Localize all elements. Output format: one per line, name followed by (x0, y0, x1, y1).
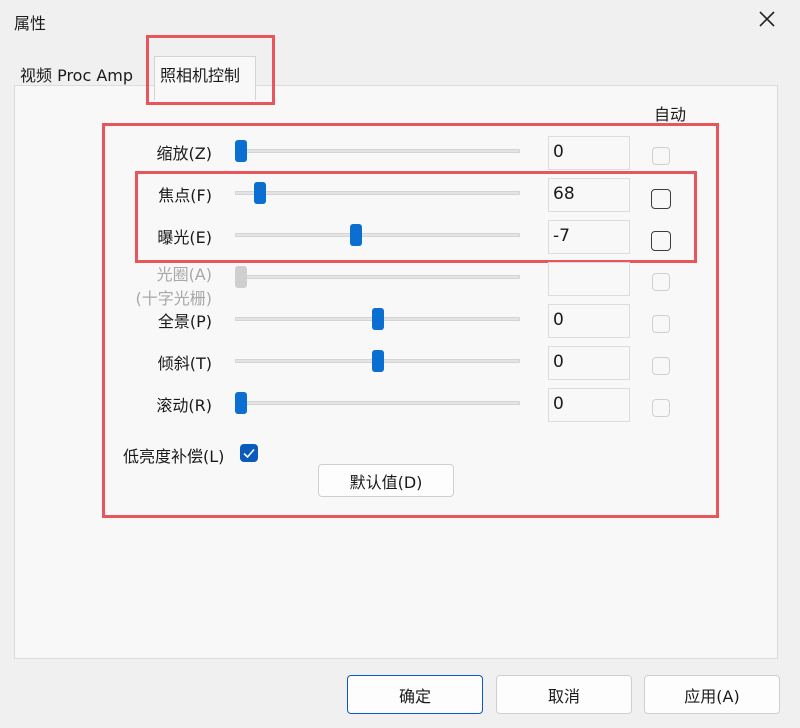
tilt-slider-thumb[interactable] (371, 350, 384, 372)
iris-slider-thumb (235, 266, 247, 288)
roll-slider-track[interactable] (235, 401, 520, 405)
close-button[interactable] (756, 8, 778, 30)
roll-auto-checkbox[interactable] (652, 399, 670, 417)
zoom-slider-thumb[interactable] (235, 140, 247, 162)
focus-auto-checkbox[interactable] (651, 189, 671, 209)
pan-auto-checkbox[interactable] (652, 315, 670, 333)
iris-auto-checkbox (652, 273, 670, 291)
exposure-auto-checkbox[interactable] (651, 231, 671, 251)
tab-video-proc-amp[interactable]: 视频 Proc Amp (20, 62, 133, 86)
auto-header: 自动 (654, 105, 687, 124)
pan-value-field[interactable]: 0 (548, 304, 630, 338)
roll-slider-thumb[interactable] (235, 392, 247, 414)
iris-slider-track (235, 275, 520, 279)
pan-slider-thumb[interactable] (371, 308, 384, 330)
tab-highlight-box (146, 35, 275, 105)
close-icon (759, 11, 775, 27)
zoom-value-field[interactable]: 0 (548, 136, 630, 170)
zoom-auto-checkbox[interactable] (652, 147, 670, 165)
focus-slider-thumb[interactable] (254, 182, 267, 204)
iris-value-field (548, 262, 630, 296)
exposure-slider-track[interactable] (235, 233, 520, 237)
tilt-value-field[interactable]: 0 (548, 346, 630, 380)
apply-button[interactable]: 应用(A) (644, 675, 780, 714)
exposure-value-field[interactable]: -7 (548, 220, 630, 254)
tilt-auto-checkbox[interactable] (652, 357, 670, 375)
window-title: 属性 (14, 14, 47, 33)
focus-value-field[interactable]: 68 (548, 178, 630, 212)
ok-button[interactable]: 确定 (347, 675, 483, 714)
focus-slider-track[interactable] (235, 191, 520, 195)
zoom-slider-track[interactable] (235, 149, 520, 153)
exposure-slider-thumb[interactable] (349, 224, 362, 246)
cancel-button[interactable]: 取消 (496, 675, 632, 714)
roll-value-field[interactable]: 0 (548, 388, 630, 422)
